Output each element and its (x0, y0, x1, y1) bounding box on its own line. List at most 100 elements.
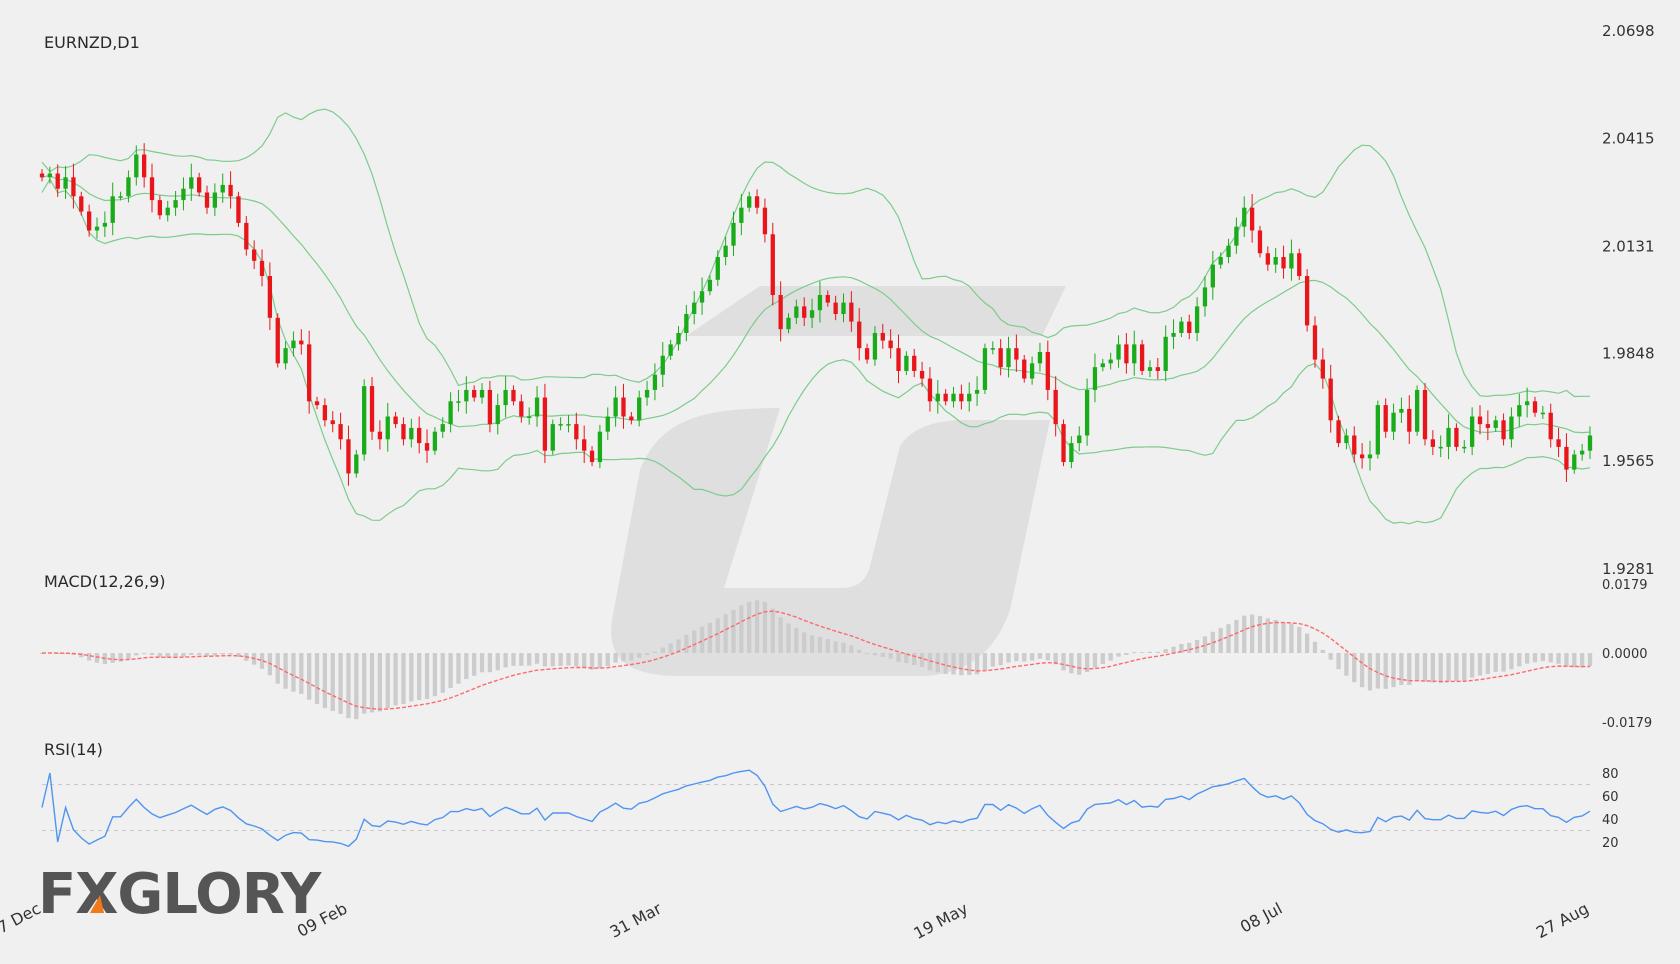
candle-body-138 (1124, 344, 1129, 364)
macd-bar-124 (1014, 653, 1019, 662)
macd-bar-101 (833, 641, 838, 653)
bollinger-lower-line (41, 178, 1591, 525)
candle-body-47 (409, 427, 414, 440)
candle-body-65 (550, 424, 555, 451)
candle-body-196 (1579, 450, 1585, 455)
macd-bar-181 (1462, 653, 1467, 681)
candle-body-152 (1234, 226, 1239, 246)
macd-bar-22 (212, 653, 218, 656)
candle-body-59 (503, 389, 508, 406)
macd-bar-161 (1304, 633, 1310, 653)
macd-bar-65 (550, 653, 555, 667)
macd-bar-185 (1493, 653, 1498, 672)
candle-body-134 (1092, 367, 1098, 390)
macd-bar-45 (393, 653, 398, 706)
candle-body-139 (1132, 344, 1137, 364)
macd-bar-175 (1414, 653, 1420, 682)
macd-axis-tick-0: 0.0179 (1602, 578, 1648, 593)
macd-bar-63 (534, 653, 540, 664)
macd-bar-94 (778, 617, 783, 653)
macd-bar-98 (809, 635, 815, 653)
macd-bar-46 (401, 653, 406, 704)
macd-bar-106 (872, 653, 878, 656)
candle-body-189 (1524, 401, 1530, 406)
candle-body-5 (79, 196, 84, 212)
candle-body-119 (974, 389, 980, 394)
candle-body-39 (346, 439, 351, 474)
candle-body-171 (1383, 405, 1388, 432)
macd-bar-90 (747, 601, 752, 653)
candle-body-53 (456, 401, 461, 403)
macd-bar-196 (1579, 653, 1585, 668)
macd-bar-64 (542, 653, 548, 667)
macd-bar-176 (1422, 653, 1428, 682)
macd-bar-33 (299, 653, 304, 694)
candle-body-110 (904, 355, 909, 371)
candle-body-97 (802, 306, 807, 318)
candle-body-144 (1171, 332, 1176, 337)
macd-bar-165 (1336, 653, 1341, 670)
macd-bar-96 (794, 627, 799, 653)
macd-bar-136 (1108, 653, 1113, 661)
candle-body-46 (401, 424, 406, 440)
candle-body-176 (1422, 389, 1428, 440)
macd-bar-88 (731, 609, 736, 653)
candle-body-108 (888, 340, 893, 349)
macd-bar-76 (637, 653, 642, 658)
candle-body-142 (1155, 367, 1160, 371)
candle-body-93 (770, 234, 775, 296)
macd-bar-15 (157, 653, 163, 657)
macd-bar-44 (385, 653, 390, 709)
macd-bar-68 (574, 653, 579, 667)
macd-bar-37 (330, 653, 335, 712)
candle-body-83 (692, 302, 697, 314)
macd-bar-57 (487, 653, 493, 673)
macd-bar-34 (307, 653, 312, 700)
macd-bar-59 (503, 653, 508, 668)
x-axis-tick-3: 19 May (911, 899, 972, 943)
candle-body-77 (644, 389, 650, 398)
watermark-emblem (611, 286, 1066, 676)
macd-bar-41 (362, 653, 367, 714)
candle-body-51 (440, 424, 445, 432)
macd-bar-105 (864, 653, 870, 655)
macd-bar-83 (692, 630, 697, 653)
macd-bar-19 (189, 653, 194, 655)
candle-body-195 (1572, 454, 1577, 470)
macd-bar-109 (896, 653, 901, 662)
candle-body-129 (1053, 389, 1058, 425)
macd-bar-112 (919, 653, 925, 668)
candle-body-185 (1493, 420, 1498, 428)
candle-body-153 (1242, 207, 1247, 227)
macd-bar-184 (1485, 653, 1490, 675)
candle-body-41 (362, 386, 367, 455)
candle-body-123 (1006, 348, 1011, 368)
macd-bar-120 (982, 653, 988, 671)
chart-canvas: 2.0698 2.0415 2.0131 1.9848 1.9565 1.92810.01… (0, 22, 1655, 943)
candle-body-107 (880, 332, 885, 341)
macd-bar-73 (613, 653, 618, 663)
macd-bar-58 (495, 653, 500, 671)
candle-body-13 (142, 154, 147, 178)
macd-bar-24 (228, 653, 233, 655)
candle-body-17 (173, 200, 178, 208)
candle-body-76 (637, 397, 642, 421)
candle-body-15 (157, 200, 163, 216)
candle-body-101 (833, 302, 838, 314)
candle-body-190 (1532, 401, 1538, 413)
candle-body-28 (259, 260, 265, 277)
macd-bar-116 (951, 653, 956, 675)
candle-body-122 (998, 348, 1003, 368)
macd-bar-36 (322, 653, 328, 709)
macd-bar-138 (1124, 653, 1129, 656)
macd-bar-158 (1281, 622, 1286, 653)
candle-body-87 (723, 245, 728, 258)
candle-body-150 (1218, 257, 1223, 265)
candle-body-188 (1517, 405, 1522, 417)
candle-body-50 (432, 431, 438, 451)
candle-body-98 (809, 310, 815, 318)
candle-body-151 (1226, 245, 1231, 258)
macd-bar-56 (479, 653, 485, 673)
candle-body-130 (1061, 424, 1066, 463)
macd-bar-108 (888, 653, 893, 659)
